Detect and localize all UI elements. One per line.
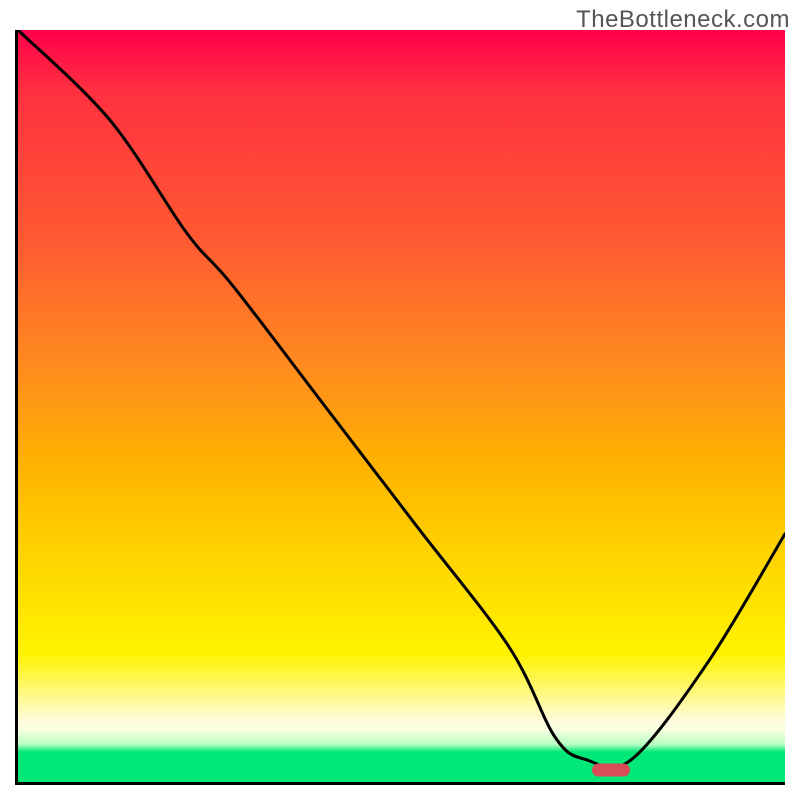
figure: TheBottleneck.com: [0, 0, 800, 800]
plot-area: [15, 30, 785, 785]
optimum-marker: [592, 763, 630, 776]
bottleneck-curve: [18, 30, 785, 768]
curve-svg: [18, 30, 785, 782]
watermark-text: TheBottleneck.com: [576, 6, 790, 34]
